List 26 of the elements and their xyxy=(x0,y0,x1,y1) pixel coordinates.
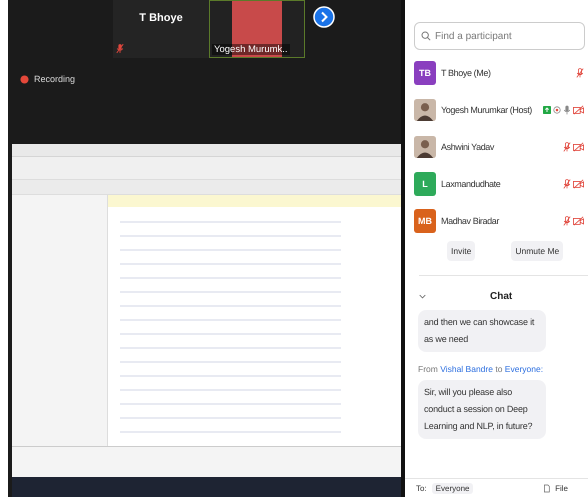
participant-name: Laxmandudhate xyxy=(441,178,500,188)
participant-name: Yogesh Murumk.. xyxy=(212,44,290,55)
chat-message: Sir, will you please also conduct a session on Deep Learning and NLP, in future? xyxy=(418,380,546,439)
to-label: To: xyxy=(416,484,427,493)
recording-label: Recording xyxy=(34,74,76,84)
participant-name: Ashwini Yadav xyxy=(441,142,494,152)
chat-message: and then we can showcase it as we need xyxy=(418,310,546,352)
participant-row[interactable]: Yogesh Murumkar (Host) xyxy=(405,91,588,128)
avatar-initials: L xyxy=(414,172,436,196)
chat-title: Chat xyxy=(490,290,512,302)
participants-button[interactable]: Unmute Me xyxy=(511,241,564,261)
chat-sender-line: From Vishal Bandre to Everyone: xyxy=(418,364,544,374)
search-field[interactable]: Find a participant xyxy=(414,22,585,50)
file-button[interactable]: File xyxy=(555,484,568,493)
avatar-initials: MB xyxy=(414,208,436,232)
participant-name: Yogesh Murumkar (Host) xyxy=(441,104,532,114)
participant-row[interactable]: L Laxmandudhate xyxy=(405,165,588,202)
participant-name: T Bhoye xyxy=(139,12,183,26)
participant-row[interactable]: MB Madhav Biradar xyxy=(405,202,588,239)
avatar-initials: TB xyxy=(414,60,436,84)
participant-row[interactable]: TB T Bhoye (Me) xyxy=(405,54,588,91)
participant-name: T Bhoye (Me) xyxy=(441,68,491,78)
participant-row[interactable]: Ashwini Yadav xyxy=(405,128,588,165)
recipient-dropdown[interactable]: Everyone xyxy=(432,483,474,494)
participant-name: Madhav Biradar xyxy=(441,216,499,226)
participants-button[interactable]: Invite xyxy=(447,241,476,261)
